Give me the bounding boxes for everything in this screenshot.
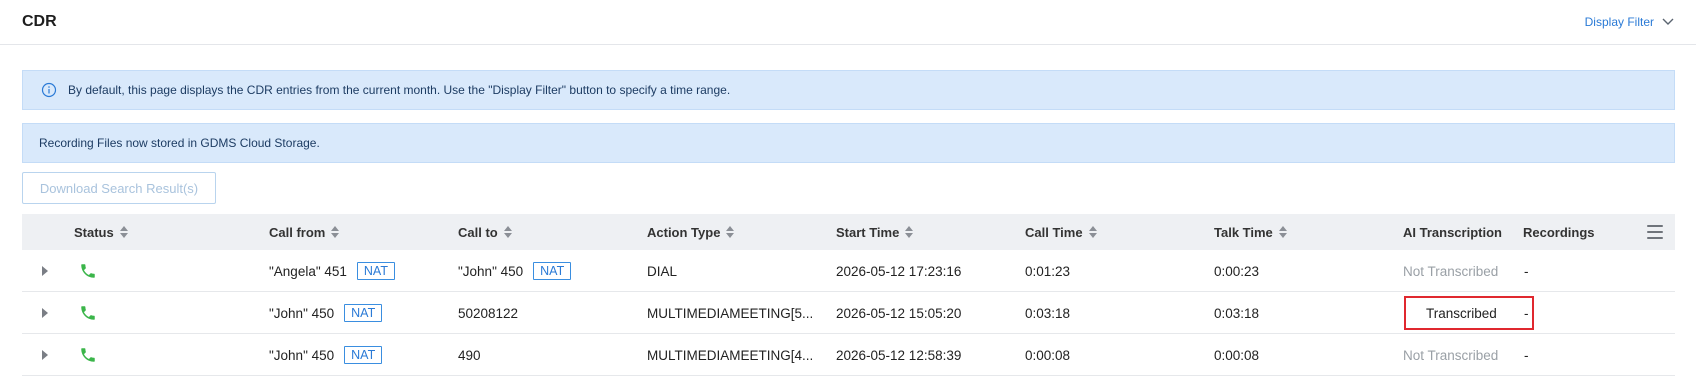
- action-type: MULTIMEDIAMEETING[5...: [647, 305, 814, 321]
- action-type: DIAL: [647, 263, 678, 279]
- nat-badge: NAT: [344, 304, 383, 322]
- sort-icon[interactable]: [905, 226, 914, 238]
- column-label-talk-time: Talk Time: [1214, 224, 1273, 240]
- start-time: 2026-05-12 15:05:20: [836, 305, 962, 321]
- ai-transcription-status: Not Transcribed: [1403, 347, 1499, 363]
- call-from: "John" 450: [269, 347, 335, 363]
- column-label-recordings: Recordings: [1523, 224, 1595, 240]
- display-filter-button[interactable]: Display Filter: [1585, 15, 1674, 29]
- call-from: "John" 450: [269, 305, 335, 321]
- column-header-call-time[interactable]: Call Time: [1025, 214, 1097, 250]
- nat-badge: NAT: [344, 346, 383, 364]
- column-label-ai-transcription: AI Transcription: [1403, 224, 1502, 240]
- ai-transcription-status[interactable]: Transcribed: [1404, 296, 1534, 330]
- talk-time: 0:03:18: [1214, 305, 1260, 321]
- start-time: 2026-05-12 12:58:39: [836, 347, 962, 363]
- column-label-call-from: Call from: [269, 224, 326, 240]
- table-row: "John" 450 NAT 50208122 MULTIMEDIAMEETIN…: [22, 292, 1675, 334]
- column-header-action-type[interactable]: Action Type: [647, 214, 735, 250]
- column-header-status[interactable]: Status: [74, 214, 128, 250]
- expand-row-icon[interactable]: [42, 308, 48, 318]
- phone-icon: [79, 334, 97, 376]
- table-row: "John" 450 NAT 490 MULTIMEDIAMEETING[4..…: [22, 334, 1675, 376]
- recording-storage-notice-text: Recording Files now stored in GDMS Cloud…: [39, 136, 320, 150]
- recordings: -: [1524, 263, 1529, 279]
- column-header-talk-time[interactable]: Talk Time: [1214, 214, 1287, 250]
- sort-icon[interactable]: [1278, 226, 1287, 238]
- sort-icon[interactable]: [726, 226, 735, 238]
- column-label-call-time: Call Time: [1025, 224, 1083, 240]
- call-from: "Angela" 451: [269, 263, 347, 279]
- display-filter-label: Display Filter: [1584, 15, 1654, 29]
- call-time: 0:01:23: [1025, 263, 1071, 279]
- default-range-notice: By default, this page displays the CDR e…: [22, 70, 1675, 110]
- call-time: 0:00:08: [1025, 347, 1071, 363]
- table-header: Status Call from Call to Action Type Sta…: [22, 214, 1675, 250]
- menu-icon[interactable]: [1647, 225, 1663, 239]
- call-to: 50208122: [458, 305, 519, 321]
- column-label-start-time: Start Time: [836, 224, 900, 240]
- column-header-call-to[interactable]: Call to: [458, 214, 512, 250]
- column-header-ai-transcription: AI Transcription: [1403, 214, 1502, 250]
- column-header-recordings: Recordings: [1523, 214, 1595, 250]
- call-time: 0:03:18: [1025, 305, 1071, 321]
- download-search-results-button[interactable]: Download Search Result(s): [22, 172, 216, 204]
- column-label-call-to: Call to: [458, 224, 498, 240]
- expand-row-icon[interactable]: [42, 266, 48, 276]
- column-label-status: Status: [74, 224, 114, 240]
- phone-icon: [79, 250, 97, 292]
- call-to: "John" 450: [458, 263, 524, 279]
- start-time: 2026-05-12 17:23:16: [836, 263, 962, 279]
- recording-storage-notice: Recording Files now stored in GDMS Cloud…: [22, 123, 1675, 163]
- ai-transcription-status: Not Transcribed: [1403, 263, 1499, 279]
- column-label-action-type: Action Type: [647, 224, 721, 240]
- action-type: MULTIMEDIAMEETING[4...: [647, 347, 814, 363]
- expand-row-icon[interactable]: [42, 350, 48, 360]
- top-bar: CDR Display Filter: [0, 0, 1696, 45]
- sort-icon[interactable]: [1088, 226, 1097, 238]
- sort-icon[interactable]: [503, 226, 512, 238]
- recordings: -: [1524, 305, 1529, 321]
- sort-icon[interactable]: [331, 226, 340, 238]
- page-title: CDR: [22, 13, 57, 30]
- default-range-notice-text: By default, this page displays the CDR e…: [68, 83, 731, 97]
- table-row: "Angela" 451 NAT "John" 450 NAT DIAL 202…: [22, 250, 1675, 292]
- chevron-down-icon: [1662, 18, 1674, 25]
- cdr-table: Status Call from Call to Action Type Sta…: [22, 214, 1675, 376]
- info-icon: [41, 82, 57, 98]
- recordings: -: [1524, 347, 1529, 363]
- talk-time: 0:00:23: [1214, 263, 1260, 279]
- column-header-call-from[interactable]: Call from: [269, 214, 340, 250]
- nat-badge: NAT: [356, 262, 395, 280]
- phone-icon: [79, 292, 97, 334]
- call-to: 490: [458, 347, 481, 363]
- column-header-start-time[interactable]: Start Time: [836, 214, 914, 250]
- nat-badge: NAT: [533, 262, 572, 280]
- sort-icon[interactable]: [119, 226, 128, 238]
- talk-time: 0:00:08: [1214, 347, 1260, 363]
